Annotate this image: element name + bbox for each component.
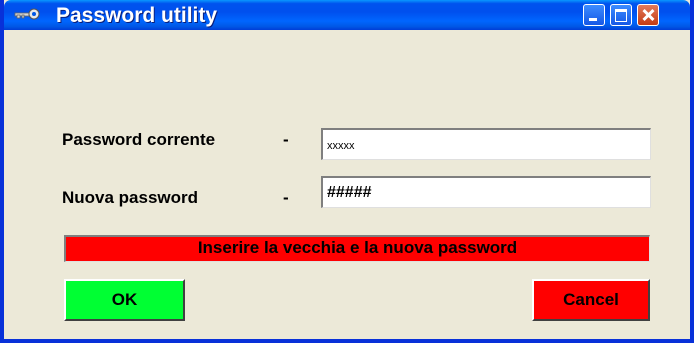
maximize-button[interactable]	[610, 4, 632, 26]
ok-button[interactable]: OK	[64, 279, 185, 321]
title-bar[interactable]: Password utility	[4, 0, 690, 30]
status-message: Inserire la vecchia e la nuova password	[64, 235, 650, 262]
close-button[interactable]	[637, 4, 659, 26]
current-password-field[interactable]	[321, 128, 651, 160]
cancel-button[interactable]: Cancel	[532, 279, 650, 321]
current-password-dash: -	[283, 130, 289, 149]
password-utility-window: Password utility Password corrente - Nuo…	[0, 0, 694, 343]
key-icon	[14, 7, 42, 23]
window-title: Password utility	[56, 4, 218, 27]
current-password-label: Password corrente	[62, 130, 216, 149]
new-password-dash: -	[283, 188, 289, 207]
minimize-button[interactable]	[583, 4, 605, 26]
new-password-field[interactable]	[321, 176, 651, 208]
new-password-label: Nuova password	[62, 188, 199, 207]
